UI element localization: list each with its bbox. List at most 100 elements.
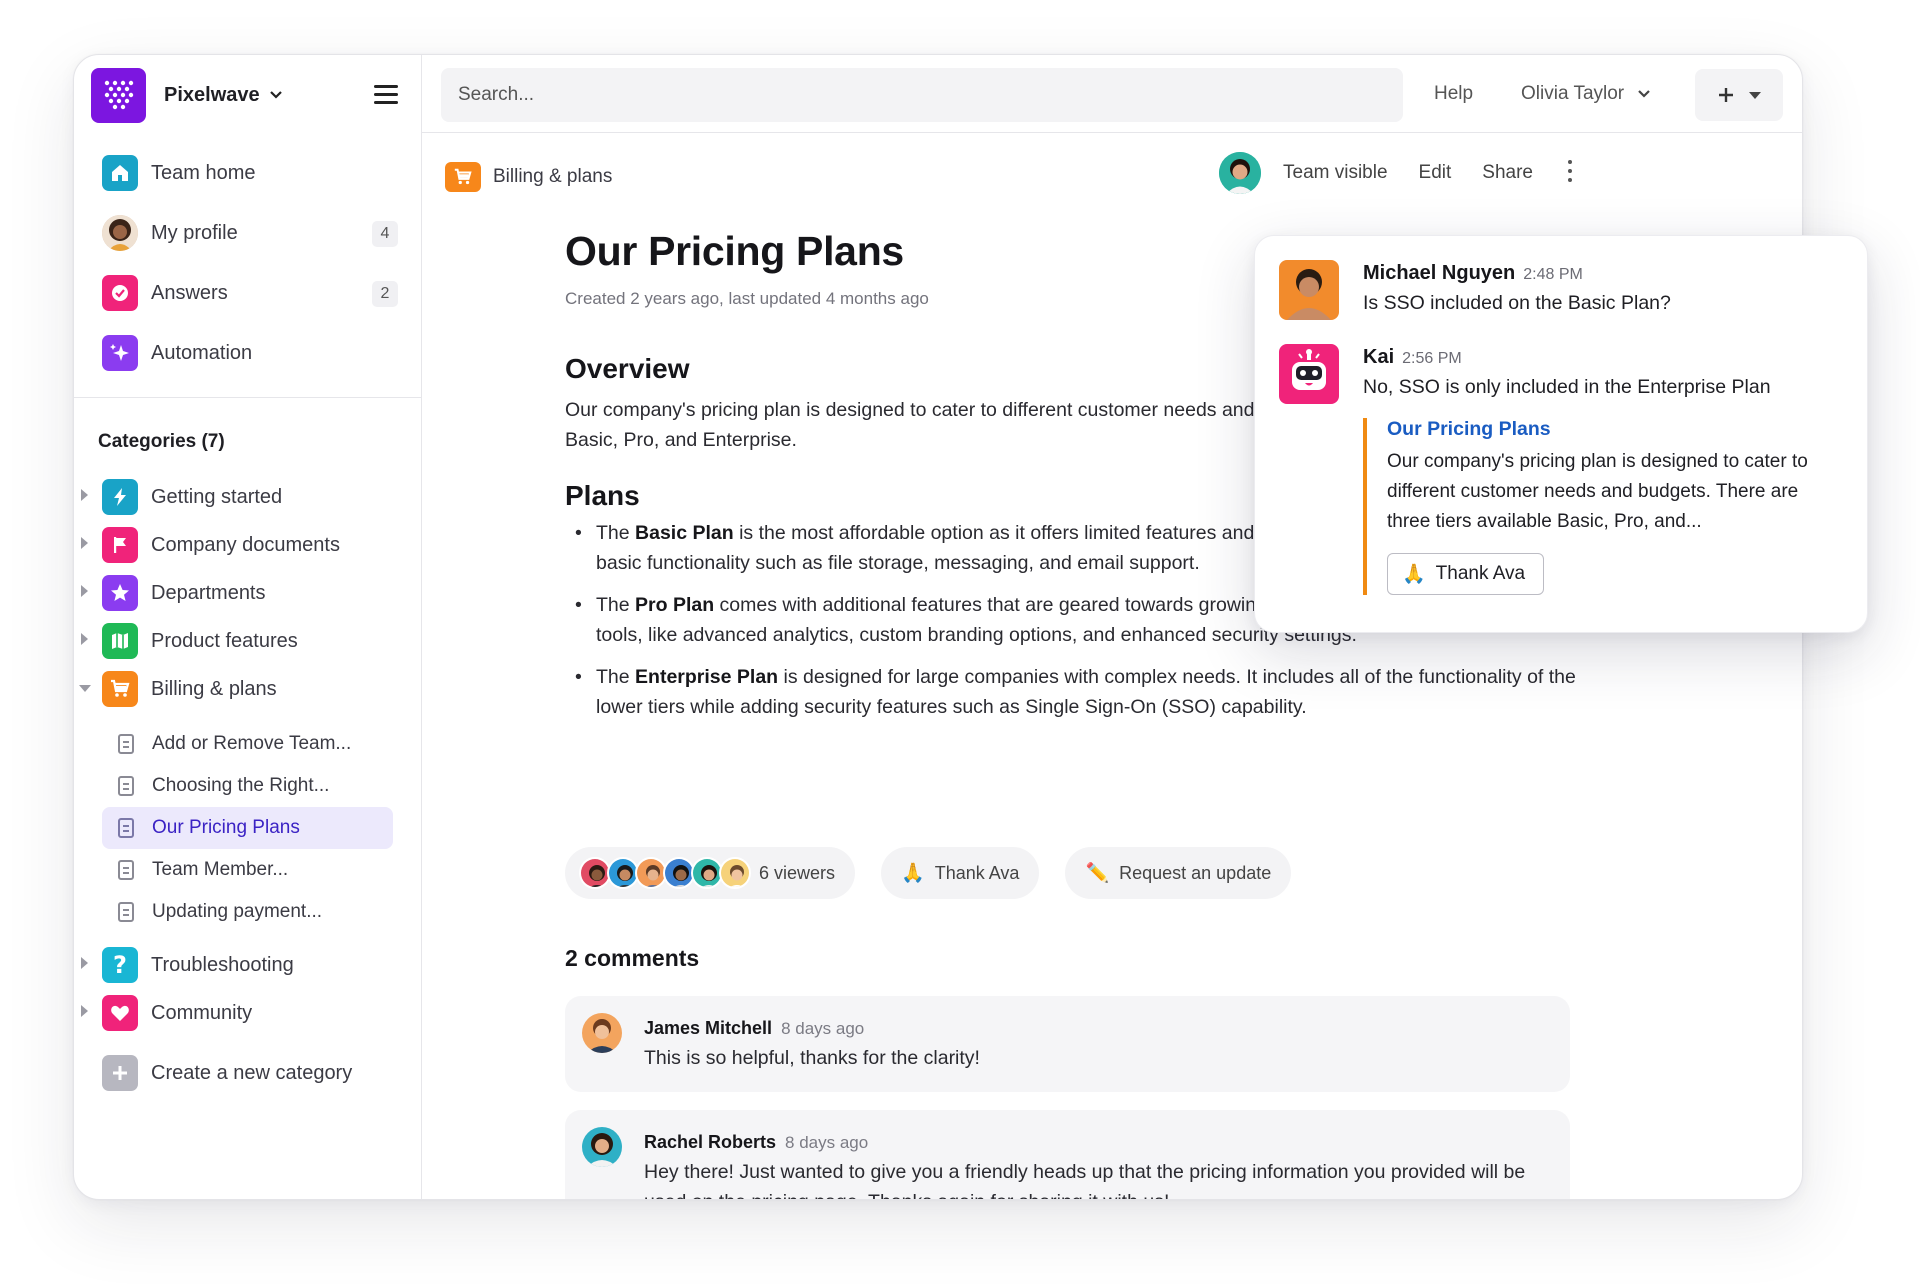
viewers-button[interactable]: 6 viewers [565, 847, 856, 899]
primary-nav: Team home My profile 4 Answers 2 Automat… [102, 143, 398, 383]
doc-item[interactable]: Team Member... [74, 849, 421, 891]
create-category-label: Create a new category [151, 1061, 353, 1084]
comment-author: Rachel Roberts 8 days ago [644, 1132, 869, 1152]
flag-icon [102, 527, 138, 563]
thank-ava-button[interactable]: 🙏 Thank Ava [1387, 553, 1545, 595]
category-getting-started[interactable]: Getting started [74, 473, 421, 521]
category-label: Company documents [151, 533, 340, 556]
category-company-documents[interactable]: Company documents [74, 521, 421, 569]
doc-title: Add or Remove Team... [152, 733, 352, 754]
chat-popup: Michael Nguyen 2:48 PM Is SSO included on… [1254, 235, 1868, 633]
pixelwave-logo-icon [91, 67, 146, 123]
home-icon [102, 155, 138, 191]
category-label: Troubleshooting [151, 953, 294, 976]
plus-icon [102, 1055, 138, 1091]
chevron-down-icon [1638, 90, 1651, 98]
category-departments[interactable]: Departments [74, 569, 421, 617]
help-link[interactable]: Help [1434, 83, 1473, 105]
viewer-avatars [579, 857, 751, 889]
nav-item-my-profile[interactable]: My profile 4 [102, 203, 398, 263]
avatar [1279, 260, 1339, 320]
expand-arrow-icon[interactable] [81, 489, 88, 501]
category-product-features[interactable]: Product features [74, 617, 421, 665]
search-input[interactable] [441, 68, 1403, 122]
avatar [582, 1013, 622, 1053]
avatar [102, 215, 138, 251]
workspace-switcher[interactable]: Pixelwave [91, 67, 283, 123]
category-billing-plans[interactable]: Billing & plans [74, 665, 421, 713]
nav-item-team-home[interactable]: Team home [102, 143, 398, 203]
collapse-arrow-icon[interactable] [79, 685, 91, 692]
praying-hands-icon: 🙏 [1402, 564, 1426, 585]
create-button[interactable] [1695, 69, 1783, 121]
category-label: Community [151, 1001, 253, 1024]
expand-arrow-icon[interactable] [81, 585, 88, 597]
hamburger-menu-icon[interactable] [374, 85, 398, 105]
list-item: The Enterprise Plan is designed for larg… [565, 662, 1615, 722]
doc-title: Our Pricing Plans [152, 817, 300, 838]
breadcrumb[interactable]: Billing & plans [445, 162, 612, 192]
chat-message: Is SSO included on the Basic Plan? [1363, 292, 1671, 314]
expand-arrow-icon[interactable] [81, 1005, 88, 1017]
category-list: Getting started Company documents Depart… [74, 473, 421, 1097]
document-icon [118, 902, 134, 922]
user-menu[interactable]: Olivia Taylor [1521, 83, 1651, 105]
doc-title: Updating payment... [152, 901, 323, 922]
request-update-button[interactable]: ✏️ Request an update [1065, 847, 1292, 899]
reaction-bar: 6 viewers 🙏 Thank Ava ✏️ Request an upda… [565, 847, 1317, 899]
more-options-icon[interactable] [1568, 159, 1574, 187]
star-icon [102, 575, 138, 611]
author-avatar[interactable] [1219, 152, 1261, 194]
nav-item-automation[interactable]: Automation [102, 323, 398, 383]
comment-time: 8 days ago [781, 1019, 865, 1038]
sparkle-icon [102, 335, 138, 371]
document-icon [118, 818, 134, 838]
count-badge: 4 [372, 221, 398, 247]
expand-arrow-icon[interactable] [81, 957, 88, 969]
sidebar: Pixelwave Team home My profile 4 Answers… [74, 55, 422, 1199]
cart-icon [445, 162, 481, 192]
category-troubleshooting[interactable]: ? Troubleshooting [74, 941, 421, 989]
pencil-icon: ✏️ [1085, 863, 1110, 884]
doc-item-active[interactable]: Our Pricing Plans [102, 807, 393, 849]
chat-author: Kai 2:56 PM [1363, 346, 1462, 368]
user-name: Olivia Taylor [1521, 83, 1625, 104]
avatar [582, 1127, 622, 1167]
doc-title: Choosing the Right... [152, 775, 330, 796]
edit-button[interactable]: Edit [1419, 162, 1452, 184]
comment-card: Rachel Roberts 8 days ago Hey there! Just… [565, 1110, 1570, 1199]
chat-message: No, SSO is only included in the Enterpri… [1363, 376, 1771, 398]
praying-hands-icon: 🙏 [901, 863, 925, 884]
chevron-down-icon [269, 91, 282, 99]
document-icon [118, 776, 134, 796]
doc-item[interactable]: Updating payment... [74, 891, 421, 933]
thank-author-button[interactable]: 🙏 Thank Ava [881, 847, 1040, 899]
chat-author: Michael Nguyen 2:48 PM [1363, 262, 1583, 284]
create-category-button[interactable]: Create a new category [74, 1049, 421, 1097]
page-actions: Team visible Edit Share [1219, 152, 1574, 194]
cart-icon [102, 671, 138, 707]
expand-arrow-icon[interactable] [81, 537, 88, 549]
quoted-doc-link[interactable]: Our Pricing Plans [1387, 418, 1843, 441]
quoted-text: Our company's pricing plan is designed t… [1387, 451, 1808, 532]
doc-item[interactable]: Add or Remove Team... [74, 723, 421, 765]
thank-label: Thank Ava [1435, 563, 1526, 584]
visibility-button[interactable]: Team visible [1283, 162, 1388, 184]
comments-heading: 2 comments [565, 945, 700, 971]
document-icon [118, 734, 134, 754]
quoted-answer: Our Pricing Plans Our company's pricing … [1363, 418, 1843, 595]
expand-arrow-icon[interactable] [81, 633, 88, 645]
comment-time: 8 days ago [785, 1133, 869, 1152]
heart-icon [102, 995, 138, 1031]
caret-down-icon [1749, 91, 1761, 99]
nav-item-answers[interactable]: Answers 2 [102, 263, 398, 323]
share-button[interactable]: Share [1482, 162, 1533, 184]
nav-label: My profile [151, 221, 238, 244]
category-label: Departments [151, 581, 266, 604]
nav-label: Team home [151, 161, 256, 184]
doc-item[interactable]: Choosing the Right... [74, 765, 421, 807]
nav-label: Automation [151, 341, 253, 364]
category-community[interactable]: Community [74, 989, 421, 1037]
kai-bot-avatar [1279, 344, 1339, 404]
thank-label: Thank Ava [934, 862, 1020, 883]
